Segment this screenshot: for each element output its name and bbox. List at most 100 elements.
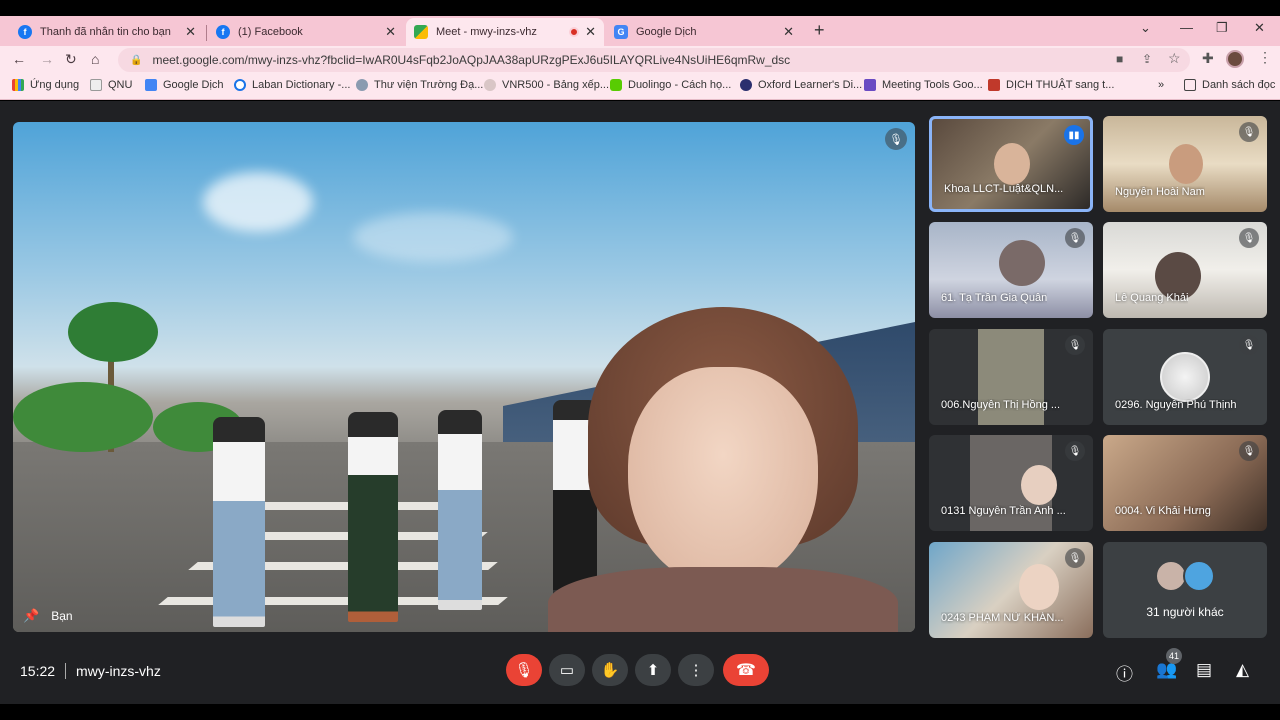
mic-off-icon: 🎙 (1065, 441, 1085, 461)
minimize-icon[interactable]: — (1180, 20, 1193, 35)
menu-icon[interactable]: ⋮ (1258, 49, 1272, 66)
participant-face (1021, 465, 1057, 505)
bookmark-apps[interactable]: Ứng dụng (12, 79, 79, 91)
reading-list-button[interactable]: Danh sách đọc (1184, 79, 1275, 91)
share-icon[interactable]: ⇪ (1142, 52, 1152, 66)
meet-app: 🎙 📌 Bạn ▮▮ Khoa LLCT-Luật&QLN... 🎙 61. T… (0, 101, 1280, 704)
lock-icon: 🔒 (130, 54, 143, 66)
tab-title: Thanh đã nhắn tin cho bạn (40, 26, 171, 38)
participant-name: 0243 PHẠM NỮ KHÁN... (941, 612, 1064, 624)
meeting-code: mwy-inzs-vhz (76, 663, 161, 679)
person-figure (438, 410, 482, 610)
cloud (203, 172, 313, 232)
tab-facebook[interactable]: f (1) Facebook ✕ (208, 18, 404, 46)
url-text: meet.google.com/mwy-inzs-vhz?fbclid=IwAR… (152, 53, 791, 67)
camera-button[interactable]: ▭ (549, 654, 585, 686)
others-tile[interactable]: 31 người khác (1103, 542, 1267, 638)
bookmark-google-translate[interactable]: Google Dịch (145, 79, 224, 91)
forward-icon[interactable]: → (40, 51, 54, 67)
activities-icon[interactable]: ◭ (1236, 660, 1249, 680)
info-icon[interactable]: ⓘ (1116, 660, 1133, 685)
chat-icon[interactable]: ▤ (1196, 660, 1212, 680)
tab-search-icon[interactable]: ⌄ (1140, 20, 1151, 36)
bookmark-dich-thuat[interactable]: DỊCH THUẬT sang t... (988, 79, 1114, 91)
participant-face (1169, 144, 1203, 184)
raise-hand-button[interactable]: ✋ (592, 654, 628, 686)
participant-tile[interactable]: 🎙 61. Tạ Trần Gia Quân (929, 222, 1093, 318)
bookmark-vnr500[interactable]: VNR500 - Bảng xếp... (484, 79, 609, 91)
bookmark-duolingo[interactable]: Duolingo - Cách họ... (610, 79, 731, 91)
mic-off-icon: 🎙 (1239, 122, 1259, 142)
participant-tile[interactable]: ▮▮ Khoa LLCT-Luật&QLN... (929, 116, 1093, 212)
participant-tile[interactable]: 🎙 Nguyễn Hoài Nam (1103, 116, 1267, 212)
participant-name: 0131 Nguyễn Trần Anh ... (941, 505, 1066, 517)
participant-name: 0296. Nguyễn Phú Thịnh (1115, 399, 1237, 411)
mic-off-icon: 🎙 (1065, 228, 1085, 248)
tab-title: (1) Facebook (238, 26, 303, 38)
meet-control-bar: 15:22 mwy-inzs-vhz 🎙 ▭ ✋ ⬆ ⋮ ☎ ⓘ 👥 41 ▤ … (0, 646, 1280, 698)
trees (13, 382, 153, 452)
bookmark-qnu[interactable]: QNU (90, 79, 132, 91)
mic-off-icon: 🎙 (1239, 441, 1259, 461)
close-icon[interactable]: ✕ (185, 24, 196, 40)
puzzle-icon (864, 79, 876, 91)
participant-face (999, 240, 1045, 286)
pin-icon[interactable]: 📌 (23, 608, 39, 624)
address-bar[interactable]: 🔒 meet.google.com/mwy-inzs-vhz?fbclid=Iw… (118, 48, 1190, 72)
participant-name: Nguyễn Hoài Nam (1115, 186, 1205, 198)
google-meet-icon (414, 25, 428, 39)
self-video (548, 307, 898, 632)
bookmark-oxford[interactable]: Oxford Learner's Di... (740, 79, 862, 91)
profile-avatar[interactable] (1226, 50, 1244, 68)
more-options-button[interactable]: ⋮ (678, 654, 714, 686)
oxford-icon (740, 79, 752, 91)
bookmark-laban[interactable]: Laban Dictionary -... (234, 79, 350, 91)
present-screen-icon: ⬆ (646, 662, 660, 679)
divider (65, 663, 67, 679)
speaking-indicator-icon: ▮▮ (1064, 125, 1084, 145)
home-icon[interactable]: ⌂ (91, 51, 99, 67)
tab-divider (206, 25, 207, 41)
main-video-tile[interactable]: 🎙 📌 Bạn (13, 122, 915, 632)
cloud (353, 212, 513, 262)
tab-messenger[interactable]: f Thanh đã nhắn tin cho bạn ✕ (10, 18, 204, 46)
close-icon[interactable]: ✕ (585, 24, 596, 40)
extensions-icon[interactable]: ✚ (1202, 50, 1214, 67)
duolingo-icon (610, 79, 622, 91)
tab-google-translate[interactable]: G Google Dịch ✕ (606, 18, 802, 46)
tab-title: Google Dịch (636, 26, 697, 38)
close-icon[interactable]: ✕ (783, 24, 794, 40)
mic-off-icon: 🎙 (1065, 335, 1085, 355)
close-icon[interactable]: ✕ (385, 24, 396, 40)
camera-icon[interactable]: ■ (1116, 52, 1123, 66)
participant-tile[interactable]: 🎙 0296. Nguyễn Phú Thịnh (1103, 329, 1267, 425)
palm-leaves (68, 302, 158, 362)
new-tab-button[interactable]: + (814, 20, 825, 41)
meeting-details: 15:22 mwy-inzs-vhz (20, 663, 161, 679)
mic-off-button[interactable]: 🎙 (506, 654, 542, 686)
maximize-icon[interactable]: ❐ (1216, 20, 1228, 36)
participant-tile[interactable]: 🎙 006.Nguyễn Thị Hồng ... (929, 329, 1093, 425)
leave-call-button[interactable]: ☎ (723, 654, 769, 686)
face (628, 367, 818, 587)
globe-icon (356, 79, 368, 91)
apps-grid-icon (12, 79, 24, 91)
participant-tile[interactable]: 🎙 0243 PHẠM NỮ KHÁN... (929, 542, 1093, 638)
bookmark-thu-vien[interactable]: Thư viện Trường Đạ... (356, 79, 483, 91)
mic-off-icon: 🎙 (1239, 228, 1259, 248)
back-icon[interactable]: ← (12, 51, 26, 67)
participant-tile[interactable]: 🎙 Lê Quang Khải (1103, 222, 1267, 318)
reload-icon[interactable]: ↻ (65, 51, 77, 68)
present-button[interactable]: ⬆ (635, 654, 671, 686)
participant-count-badge: 41 (1166, 648, 1183, 664)
participant-name: Lê Quang Khải (1115, 292, 1189, 304)
more-bookmarks-icon[interactable]: » (1158, 79, 1164, 91)
window-close-icon[interactable]: ✕ (1254, 20, 1265, 36)
participant-tile[interactable]: 🎙 0004. Vi Khải Hưng (1103, 435, 1267, 531)
participant-face (1019, 564, 1059, 610)
mic-off-icon: 🎙 (885, 128, 907, 150)
bookmark-meeting-tools[interactable]: Meeting Tools Goo... (864, 79, 983, 91)
bookmark-star-icon[interactable]: ☆ (1168, 50, 1181, 67)
tab-meet[interactable]: Meet - mwy-inzs-vhz ✕ (406, 18, 604, 46)
participant-tile[interactable]: 🎙 0131 Nguyễn Trần Anh ... (929, 435, 1093, 531)
